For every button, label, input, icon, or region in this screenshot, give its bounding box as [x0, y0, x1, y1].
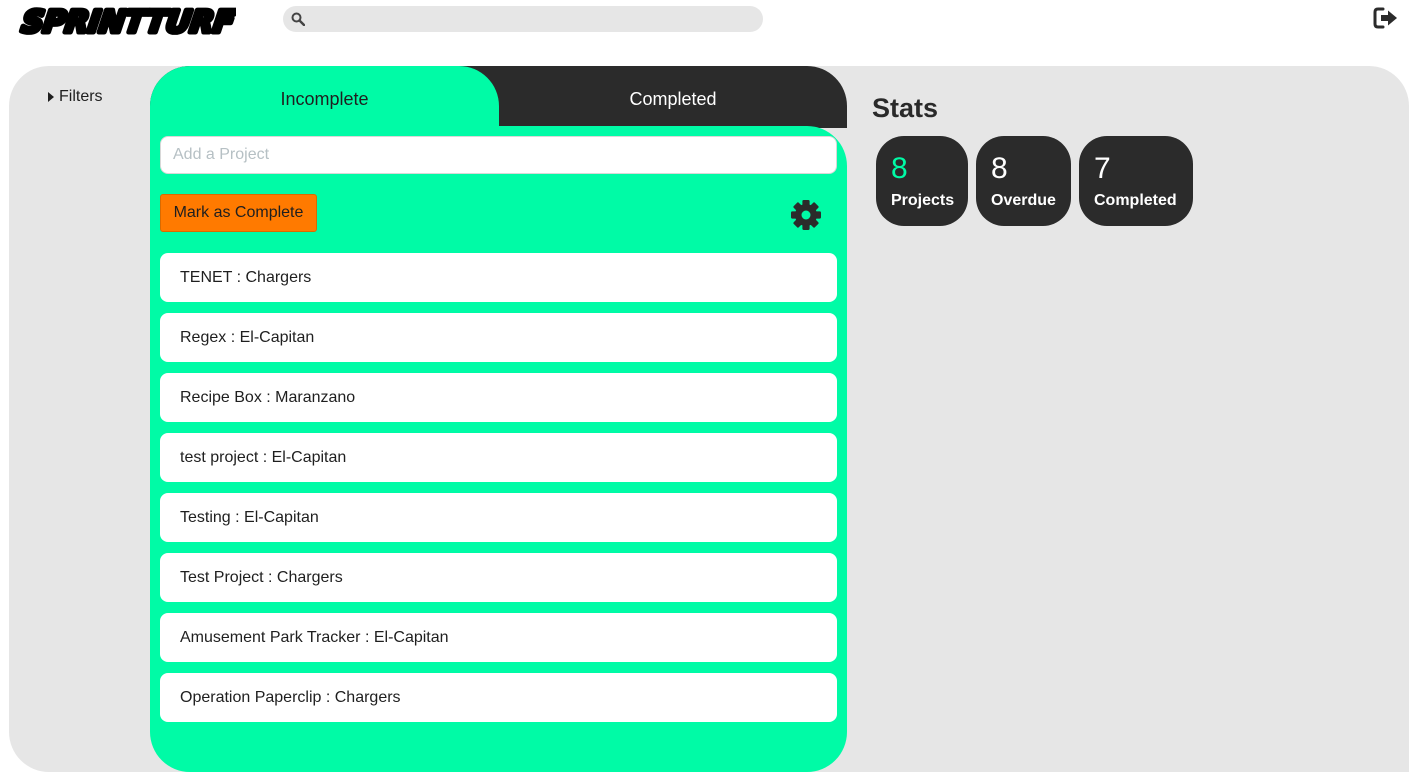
stat-projects-value: 8 [891, 152, 908, 185]
tab-completed-label: Completed [629, 89, 717, 109]
project-item[interactable]: Testing : El-Capitan [160, 493, 837, 542]
caret-right-icon [48, 92, 54, 102]
add-project-input[interactable] [160, 136, 837, 174]
gear-icon [791, 200, 821, 230]
search-icon [285, 6, 311, 32]
mark-complete-button[interactable]: Mark as Complete [160, 194, 317, 232]
logout-icon [1373, 7, 1397, 29]
app-logo[interactable]: SPRINTTURF SPRINTTURF [18, 2, 236, 40]
project-item[interactable]: Regex : El-Capitan [160, 313, 837, 362]
project-item[interactable]: Recipe Box : Maranzano [160, 373, 837, 422]
project-item[interactable]: Operation Paperclip : Chargers [160, 673, 837, 722]
filters-label: Filters [59, 88, 103, 105]
stat-completed: 7 Completed [1079, 136, 1193, 226]
stat-overdue: 8 Overdue [976, 136, 1071, 226]
project-item[interactable]: Test Project : Chargers [160, 553, 837, 602]
projects-card: Completed Incomplete Mark as Complete [150, 66, 847, 772]
tab-incomplete-label: Incomplete [280, 89, 369, 109]
stat-overdue-value: 8 [991, 152, 1008, 185]
logo-text-fill: SPRINTTURF [20, 5, 236, 40]
filters-toggle[interactable]: Filters [48, 88, 103, 106]
stats-cards: 8 Projects 8 Overdue 7 Completed [876, 136, 1193, 226]
tab-incomplete[interactable]: Incomplete [150, 66, 499, 128]
project-list-panel: Mark as Complete TENET : Chargers [150, 126, 847, 772]
project-item[interactable]: TENET : Chargers [160, 253, 837, 302]
stat-projects-label: Projects [891, 192, 955, 209]
project-list: TENET : Chargers Regex : El-Capitan Reci… [160, 253, 837, 733]
project-item[interactable]: test project : El-Capitan [160, 433, 837, 482]
stats-title: Stats [872, 93, 939, 123]
search-input[interactable] [311, 6, 763, 32]
stat-projects: 8 Projects [876, 136, 968, 226]
stat-completed-value: 7 [1094, 152, 1111, 185]
project-item[interactable]: Amusement Park Tracker : El-Capitan [160, 613, 837, 662]
project-tabs: Completed Incomplete [150, 66, 847, 128]
search-bar[interactable] [283, 6, 763, 32]
logout-button[interactable] [1373, 6, 1399, 30]
stat-completed-label: Completed [1094, 192, 1177, 209]
stat-overdue-label: Overdue [991, 192, 1056, 209]
settings-button[interactable] [789, 198, 823, 232]
